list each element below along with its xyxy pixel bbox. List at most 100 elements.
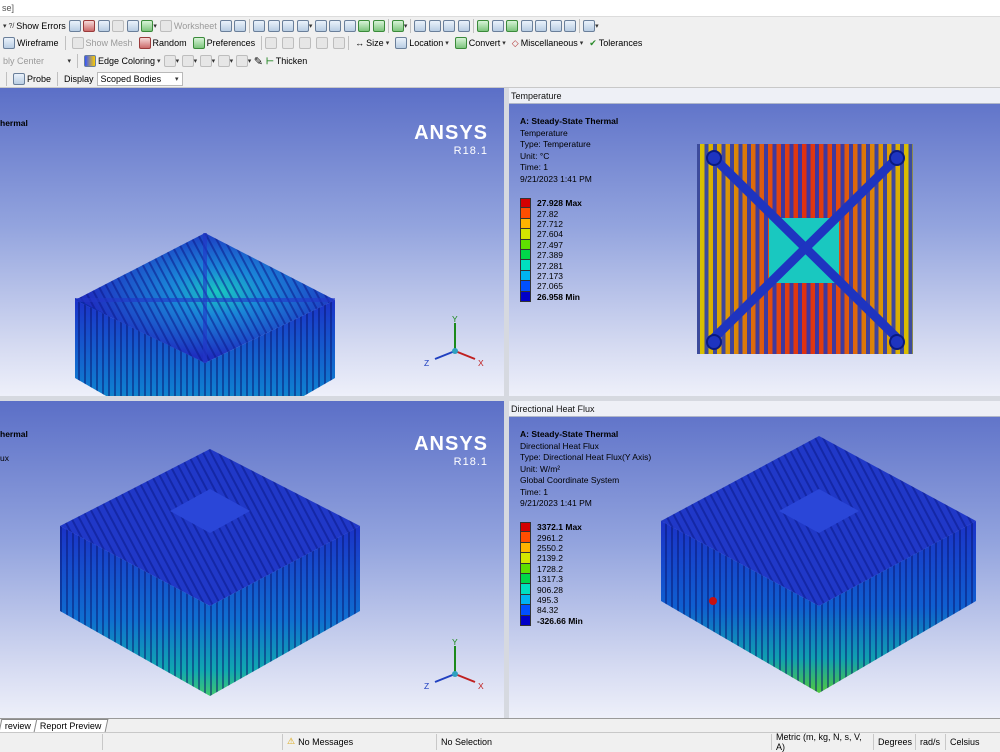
random-colors-button[interactable]: Random [136, 35, 190, 51]
assembly-center-dropdown[interactable]: bly Center ▾ [0, 53, 74, 69]
select-edge-icon[interactable] [282, 19, 295, 32]
status-selection-label: No Selection [441, 736, 493, 747]
status-cell-empty [0, 734, 102, 750]
viewport-top-left[interactable]: hermal ANSYS R18.1 Y X Z [0, 88, 504, 396]
location-label: Location [409, 38, 444, 48]
chart-icon[interactable] [97, 19, 110, 32]
previous-view-icon[interactable] [506, 19, 519, 32]
status-selection: No Selection [436, 733, 771, 750]
toolbar-row-1: ▾ ?/ Show Errors ▾ Worksheet ▾ ▾ ▾ [0, 17, 1000, 34]
select-mode-icon[interactable] [296, 19, 309, 32]
edge-display-3-icon[interactable] [199, 55, 212, 67]
zoom-icon[interactable] [443, 19, 456, 32]
worksheet-icon [159, 19, 172, 32]
axis-y-icon[interactable] [282, 37, 295, 49]
worksheet-label: Worksheet [173, 20, 217, 31]
miscellaneous-icon: ◇ [511, 37, 519, 48]
viewport-bottom-left[interactable]: hermal ux ANSYS R18.1 Y X Z [0, 401, 504, 718]
display-dropdown[interactable]: Scoped Bodies ▾ [96, 71, 183, 86]
next-view-icon[interactable] [520, 19, 533, 32]
tree-icon[interactable] [68, 19, 81, 32]
wireframe-button[interactable]: Wireframe [0, 35, 62, 51]
miscellaneous-dropdown[interactable]: ◇ Miscellaneous ▾ [509, 35, 586, 51]
viewport-bottom-right[interactable]: Directional Heat Flux A: Steady-State Th… [509, 401, 1000, 718]
rotate-icon[interactable] [414, 19, 427, 32]
select-body-icon[interactable] [329, 19, 342, 32]
tolerances-icon: ✔ [589, 37, 597, 48]
status-bar: ⚠ No Messages No Selection Metric (m, kg… [0, 731, 1000, 752]
show-errors-button[interactable]: ▾ ?/ Show Errors [0, 18, 69, 34]
help-icon: ▾ ?/ [3, 22, 15, 30]
set-view-icon[interactable] [549, 19, 562, 32]
status-units-label: Metric (m, kg, N, s, V, A) [776, 731, 862, 752]
convert-dropdown[interactable]: Convert ▾ [452, 35, 509, 51]
edge-coloring-icon [84, 55, 96, 67]
preferences-button[interactable]: Preferences [190, 35, 259, 51]
probe-icon [13, 72, 25, 85]
select-point-icon[interactable] [253, 19, 266, 32]
probe-label: Probe [27, 73, 52, 84]
select-node-icon[interactable] [358, 19, 371, 32]
tolerances-button[interactable]: ✔ Tolerances [586, 35, 645, 51]
axis-x-icon[interactable] [265, 37, 278, 49]
shape-icon[interactable] [112, 19, 125, 32]
extend-selection-icon[interactable] [391, 19, 404, 32]
status-rate-unit[interactable]: rad/s [915, 733, 945, 750]
display-label: Display [64, 73, 94, 84]
viewport-splitter-vertical[interactable] [504, 88, 509, 718]
selection-info-icon[interactable] [219, 19, 232, 32]
magnifier-icon[interactable] [491, 19, 504, 32]
view-tabs: review Report Preview [0, 718, 1000, 732]
viewport-splitter-horizontal[interactable] [0, 396, 1000, 401]
select-element-icon[interactable] [343, 19, 356, 32]
edge-display-5-icon[interactable] [235, 55, 248, 67]
status-unit-system[interactable]: Metric (m, kg, N, s, V, A) [771, 731, 873, 752]
axis-label-z: Z [424, 358, 430, 368]
tag-icon[interactable] [234, 19, 247, 32]
edge-display-4-icon[interactable] [217, 55, 230, 67]
probe-button[interactable]: Probe [10, 71, 54, 87]
pan-icon[interactable] [428, 19, 441, 32]
heatsink-model-temperature-top[interactable] [509, 88, 1000, 396]
heatsink-model-flux-iso-right[interactable] [509, 401, 1000, 718]
select-face-icon[interactable] [314, 19, 327, 32]
location-dropdown[interactable]: Location ▾ [392, 35, 452, 51]
show-mesh-button[interactable]: Show Mesh [69, 35, 136, 51]
edge-display-2-icon[interactable] [181, 55, 194, 67]
status-rate-label: rad/s [920, 736, 941, 747]
pin-icon[interactable]: ✎ [254, 55, 263, 68]
status-angle-unit[interactable]: Degrees [873, 733, 915, 750]
convert-label: Convert [468, 38, 501, 48]
size-label: Size [366, 38, 384, 48]
edge-display-1-icon[interactable] [163, 55, 176, 67]
select-vertex-icon[interactable] [267, 19, 280, 32]
thicken-label: Thicken [275, 56, 308, 66]
thicken-button[interactable]: ⊢ Thicken [263, 53, 310, 69]
axis-z-icon[interactable] [299, 37, 312, 49]
status-temperature-label: Celsius [950, 736, 980, 747]
edge-coloring-dropdown[interactable]: Edge Coloring ▾ [81, 53, 164, 69]
status-temperature-unit[interactable]: Celsius [945, 733, 1000, 750]
print-icon[interactable] [564, 19, 577, 32]
tab-preview[interactable]: review [0, 719, 38, 732]
random-colors-icon [138, 37, 151, 49]
axis-align-icon[interactable] [316, 37, 329, 49]
axis-label-z: Z [424, 681, 430, 691]
report-icon[interactable] [83, 19, 96, 32]
tab-report-preview[interactable]: Report Preview [33, 719, 108, 732]
select-mesh-icon[interactable] [372, 19, 385, 32]
viewport-top-right[interactable]: Temperature A: Steady-State Thermal Temp… [509, 88, 1000, 396]
status-messages[interactable]: ⚠ No Messages [282, 733, 436, 750]
box-zoom-icon[interactable] [457, 19, 470, 32]
zoom-to-fit-icon[interactable] [476, 19, 489, 32]
iso-view-icon[interactable] [535, 19, 548, 32]
axis-label-y: Y [452, 314, 458, 324]
axis-reset-icon[interactable] [333, 37, 346, 49]
display-dropdown-value: Scoped Bodies [100, 73, 162, 84]
text-annotation-icon[interactable] [126, 19, 139, 32]
camera-icon[interactable] [141, 19, 154, 32]
worksheet-button[interactable]: Worksheet [157, 18, 220, 34]
viewport-layout-icon[interactable] [583, 19, 596, 32]
size-dropdown[interactable]: ↔ Size ▾ [352, 35, 392, 51]
wireframe-label: Wireframe [17, 38, 59, 48]
